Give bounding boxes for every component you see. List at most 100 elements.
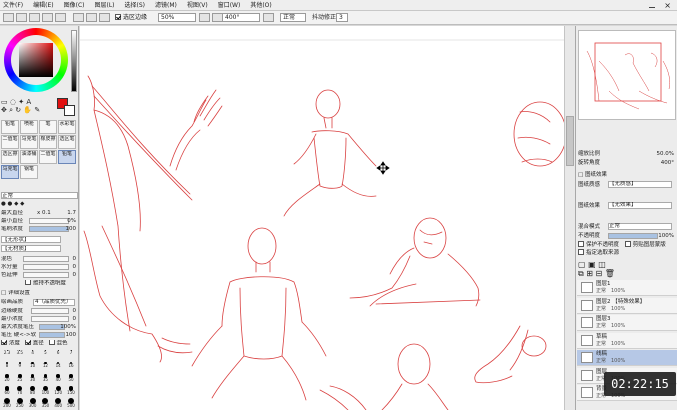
brush-size-cell[interactable]: 3.5 <box>14 350 26 361</box>
press-size-checkbox[interactable] <box>24 340 31 345</box>
color-slider[interactable] <box>71 30 77 92</box>
hand-icon[interactable]: ✋ <box>23 106 32 114</box>
brush-size-cell[interactable]: 300 <box>27 398 39 409</box>
menu-file[interactable]: 文件(F) <box>0 0 30 11</box>
zoom-out-button[interactable] <box>86 13 97 22</box>
min-density-slider[interactable] <box>31 316 69 322</box>
rotate-reset-button[interactable] <box>263 13 274 22</box>
blend-mode-select[interactable]: 正常 <box>280 13 306 22</box>
detail-settings-header[interactable]: □ 详细设置 <box>1 290 78 297</box>
press-density-checkbox[interactable] <box>1 340 7 345</box>
deselect-button[interactable] <box>29 13 40 22</box>
brush-size-cell[interactable]: 16 <box>65 362 77 373</box>
new-vector-layer-icon[interactable]: ◫ <box>598 260 606 269</box>
rotation-field[interactable]: 400° <box>222 13 260 22</box>
tool-marker-2[interactable]: 马克笔 <box>1 165 19 179</box>
layer-row[interactable]: 图层3 正常 100% <box>577 315 677 331</box>
brush-shape-circle-icon[interactable]: ● ● ◆ ◆ <box>1 201 24 207</box>
layer-opacity-slider[interactable] <box>608 233 658 239</box>
layer-row[interactable]: 图层1 正常 100% <box>577 280 677 296</box>
stabilizer-select[interactable]: 3 <box>336 13 348 22</box>
paper-texture-select[interactable]: 【无质感】 <box>608 181 672 188</box>
keep-opacity-checkbox[interactable] <box>25 280 31 285</box>
menu-other[interactable]: 其他(O) <box>247 0 278 11</box>
brush-size-cell[interactable]: 100 <box>39 386 51 397</box>
zoom-icon[interactable]: ⌕ <box>9 106 13 114</box>
menu-image[interactable]: 图像(C) <box>61 0 92 11</box>
clip-layer-checkbox[interactable] <box>624 241 631 247</box>
menu-layer[interactable]: 图层(L) <box>92 0 122 11</box>
tool-airbrush[interactable]: 喷枪 <box>20 120 38 134</box>
tool-pencil-selected[interactable]: 铅笔 <box>58 150 76 164</box>
brush-size-cell[interactable]: 250 <box>14 398 26 409</box>
brush-size-cell[interactable]: 10 <box>27 362 39 373</box>
brush-size-cell[interactable]: 7 <box>65 350 77 361</box>
press-slider[interactable] <box>39 332 65 338</box>
rect-select-icon[interactable]: ▭ <box>1 98 8 106</box>
persist-slider[interactable] <box>23 272 69 278</box>
tool-binary[interactable]: 二值笔 <box>1 135 19 149</box>
brush-size-cell[interactable]: 35 <box>39 374 51 385</box>
new-layer-set-icon[interactable]: ▣ <box>588 260 596 269</box>
menu-edit[interactable]: 编辑(E) <box>30 0 60 11</box>
close-icon[interactable]: × <box>664 0 671 11</box>
tool-marker[interactable]: 马克笔 <box>20 135 38 149</box>
menu-window[interactable]: 窗口(W) <box>215 0 248 11</box>
tool-binary-pen[interactable]: 二值笔 <box>39 150 57 164</box>
select-source-checkbox[interactable] <box>578 249 584 255</box>
brush-size-cell[interactable]: 40 <box>52 374 64 385</box>
layer-blend-select[interactable]: 正常 <box>608 223 672 230</box>
min-size-slider[interactable] <box>29 218 69 224</box>
merge-layer-icon[interactable]: ⊞ <box>586 269 593 278</box>
edge-slider[interactable] <box>31 308 69 314</box>
brush-size-cell[interactable]: 400 <box>52 398 64 409</box>
menu-view[interactable]: 视图(V) <box>184 0 215 11</box>
layer-row[interactable]: 草稿 正常 100% <box>577 332 677 349</box>
brush-size-cell[interactable]: 5 <box>39 350 51 361</box>
brush-size-cell[interactable]: 12 <box>39 362 51 373</box>
navigator-preview[interactable] <box>578 30 676 120</box>
texture-select[interactable]: 【无材质】 <box>1 245 61 252</box>
antialias-option[interactable]: 选区边缘 <box>115 13 147 22</box>
brush-size-cell[interactable]: 150 <box>65 386 77 397</box>
brush-size-cell[interactable]: 30 <box>27 374 39 385</box>
brush-size-cell[interactable]: 500 <box>65 398 77 409</box>
canvas-vertical-scrollbar[interactable] <box>564 26 575 410</box>
brush-size-cell[interactable]: 8 <box>1 362 13 373</box>
invert-selection-button[interactable] <box>42 13 53 22</box>
text-icon[interactable]: A <box>26 98 31 106</box>
canvas-area[interactable] <box>80 26 564 410</box>
tool-eraser[interactable]: 橡皮擦 <box>39 135 57 149</box>
brush-size-cell[interactable]: 120 <box>52 386 64 397</box>
magic-wand-icon[interactable]: ✦ <box>18 98 24 106</box>
brush-size-cell[interactable]: 50 <box>65 374 77 385</box>
effect-select[interactable]: 【无效果】 <box>608 202 672 209</box>
shape-select[interactable]: 【无形状】 <box>1 236 61 243</box>
menu-filter[interactable]: 滤镜(M) <box>152 0 184 11</box>
tool-pen[interactable]: 笔 <box>39 120 57 134</box>
show-selection-button[interactable] <box>55 13 66 22</box>
saturation-value-square[interactable] <box>19 43 53 77</box>
select-tool-button[interactable] <box>3 13 14 22</box>
menu-select[interactable]: 选择(S) <box>122 0 153 11</box>
tool-bucket[interactable]: 油漆桶 <box>20 150 38 164</box>
move-icon[interactable]: ✥ <box>1 106 7 114</box>
brush-size-cell[interactable]: 70 <box>14 386 26 397</box>
copy-layer-icon[interactable]: ⧉ <box>578 269 584 278</box>
max-size-mult[interactable]: x 0.1 <box>37 210 51 217</box>
zoom-reset-button[interactable] <box>199 13 210 22</box>
brush-size-cell[interactable]: 20 <box>1 374 13 385</box>
water-slider[interactable] <box>23 264 69 270</box>
brush-size-cell[interactable]: 9 <box>14 362 26 373</box>
lasso-tool-button[interactable] <box>16 13 27 22</box>
brush-size-cell[interactable]: 200 <box>1 398 13 409</box>
scrollbar-thumb[interactable] <box>566 116 574 166</box>
quality-select[interactable]: 4（品质优先） <box>33 299 75 306</box>
tool-pencil[interactable]: 铅笔 <box>1 120 19 134</box>
tool-select-eraser[interactable]: 选区擦 <box>1 150 19 164</box>
brush-size-cell[interactable]: 14 <box>52 362 64 373</box>
lasso-icon[interactable]: ◌ <box>10 98 16 106</box>
tool-select-pen[interactable]: 选区笔 <box>58 135 76 149</box>
brush-size-cell[interactable]: 60 <box>1 386 13 397</box>
brush-mode-select[interactable]: 正常 <box>1 192 78 199</box>
